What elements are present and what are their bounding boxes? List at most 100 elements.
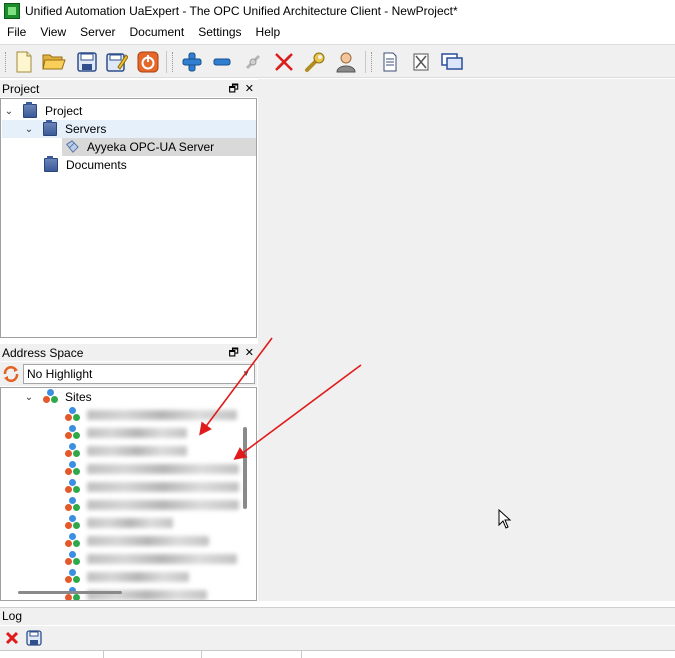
document-icon — [383, 52, 397, 72]
toolbar-grip[interactable] — [371, 52, 373, 72]
horizontal-scrollbar[interactable] — [18, 591, 122, 594]
save-as-project-button[interactable] — [105, 50, 129, 74]
float-panel-icon[interactable]: 🗗 — [228, 83, 238, 95]
log-table[interactable] — [0, 650, 675, 658]
power-button[interactable] — [136, 50, 160, 74]
redacted-site-name — [87, 446, 187, 456]
disconnect-server-button[interactable] — [272, 50, 296, 74]
refresh-icon[interactable] — [2, 365, 20, 383]
site-object-icon — [65, 515, 81, 531]
site-object-icon — [65, 461, 81, 477]
tree-item-label: Documents — [66, 158, 127, 172]
address-space-tree[interactable]: ⌄ Sites — [0, 387, 257, 601]
tree-item-site[interactable] — [65, 568, 243, 586]
settings-button[interactable] — [303, 50, 327, 74]
close-panel-icon[interactable]: ✕ — [245, 347, 254, 359]
expand-icon[interactable]: ⌄ — [3, 106, 15, 117]
tree-item-site[interactable] — [65, 514, 243, 532]
windows-button[interactable] — [440, 50, 464, 74]
connect-server-button[interactable] — [241, 50, 265, 74]
menu-help[interactable]: Help — [249, 22, 288, 43]
tree-item-site[interactable] — [65, 424, 243, 442]
menu-file[interactable]: File — [0, 22, 33, 43]
open-project-button[interactable] — [42, 50, 66, 74]
main-toolbar — [0, 44, 675, 78]
site-object-icon — [65, 425, 81, 441]
redacted-site-name — [87, 428, 187, 438]
window-title: Unified Automation UaExpert - The OPC Un… — [25, 4, 458, 18]
add-document-button[interactable] — [378, 50, 402, 74]
tree-item-site[interactable] — [65, 460, 243, 478]
address-space-panel-header: Address Space 🗗 ✕ — [0, 344, 258, 361]
toolbar-separator — [166, 51, 167, 73]
menu-document[interactable]: Document — [122, 22, 191, 43]
save-as-icon — [106, 53, 128, 72]
redacted-site-name — [87, 410, 237, 420]
power-icon — [137, 51, 159, 73]
user-button[interactable] — [334, 50, 358, 74]
site-object-icon — [65, 497, 81, 513]
site-object-icon — [65, 479, 81, 495]
tree-item-site[interactable] — [65, 496, 243, 514]
project-tree[interactable]: ⌄ Project ⌄ Servers Ayyeka OPC-UA Server… — [0, 98, 257, 338]
tree-item-site[interactable] — [65, 532, 243, 550]
clear-log-icon[interactable] — [4, 630, 20, 646]
address-space-toolbar: No Highlight ▼ — [0, 362, 257, 386]
redacted-site-name — [87, 464, 239, 474]
new-document-icon — [16, 51, 32, 73]
menu-server[interactable]: Server — [73, 22, 122, 43]
site-object-icon — [65, 533, 81, 549]
plus-icon — [182, 52, 202, 72]
column-divider[interactable] — [103, 651, 104, 658]
menu-settings[interactable]: Settings — [191, 22, 248, 43]
tree-item-documents[interactable]: Documents — [44, 156, 244, 174]
redacted-site-name — [87, 536, 209, 546]
remove-server-button[interactable] — [210, 50, 234, 74]
minus-icon — [213, 58, 231, 66]
site-object-icon — [65, 569, 81, 585]
toolbar-grip[interactable] — [5, 52, 7, 72]
save-project-button[interactable] — [75, 50, 99, 74]
tree-item-site[interactable] — [65, 478, 243, 496]
tree-item-site[interactable] — [65, 442, 243, 460]
tree-item-sites[interactable]: ⌄ Sites — [23, 388, 243, 406]
float-panel-icon[interactable]: 🗗 — [228, 347, 238, 359]
document-area[interactable] — [261, 79, 675, 601]
site-object-icon — [65, 587, 81, 600]
open-folder-icon — [42, 54, 66, 70]
menu-view[interactable]: View — [33, 22, 73, 43]
disconnect-icon — [275, 53, 293, 71]
save-log-icon[interactable] — [26, 630, 42, 646]
tree-item-label: Project — [45, 104, 83, 118]
tree-item-server[interactable]: Ayyeka OPC-UA Server — [62, 138, 256, 156]
site-object-icon — [65, 551, 81, 567]
close-panel-icon[interactable]: ✕ — [245, 83, 254, 95]
expand-icon[interactable]: ⌄ — [23, 392, 35, 403]
column-divider[interactable] — [301, 651, 302, 658]
log-panel-header: Log — [0, 607, 675, 625]
address-space-panel-title: Address Space — [2, 345, 84, 360]
user-icon — [336, 52, 356, 73]
tree-item-site[interactable] — [65, 406, 243, 424]
sites-object-icon — [43, 389, 59, 405]
tree-item-servers[interactable]: ⌄ Servers — [2, 120, 256, 138]
mouse-cursor-icon — [498, 509, 512, 529]
column-divider[interactable] — [201, 651, 202, 658]
highlight-select[interactable]: No Highlight ▼ — [23, 364, 255, 384]
wrench-icon — [305, 52, 325, 72]
tree-item-site[interactable] — [65, 550, 243, 568]
server-connection-icon — [66, 140, 79, 153]
tree-item-label: Ayyeka OPC-UA Server — [87, 140, 215, 154]
remove-document-button[interactable] — [409, 50, 433, 74]
title-bar: Unified Automation UaExpert - The OPC Un… — [0, 0, 675, 22]
add-server-button[interactable] — [180, 50, 204, 74]
expand-icon[interactable]: ⌄ — [23, 124, 35, 135]
tree-item-label: Sites — [65, 390, 92, 404]
vertical-scrollbar[interactable] — [243, 427, 247, 509]
log-toolbar — [0, 626, 675, 650]
log-panel-title: Log — [2, 609, 23, 623]
tree-item-project[interactable]: ⌄ Project — [3, 102, 255, 120]
toolbar-separator — [365, 51, 366, 73]
toolbar-grip[interactable] — [172, 52, 174, 72]
new-project-button[interactable] — [12, 50, 36, 74]
